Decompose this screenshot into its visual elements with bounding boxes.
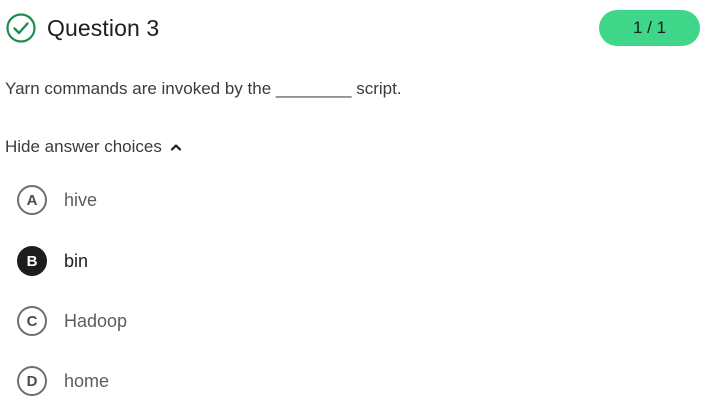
- chevron-up-icon: [170, 144, 181, 151]
- choice-letter-badge: A: [17, 185, 47, 215]
- choice-letter-badge: B: [17, 246, 47, 276]
- question-title: Question 3: [47, 14, 160, 41]
- answer-choice-c[interactable]: C Hadoop: [17, 304, 127, 338]
- toggle-label: Hide answer choices: [5, 137, 162, 156]
- quiz-question-panel: Question 3 1 / 1 Yarn commands are invok…: [0, 0, 705, 400]
- check-circle-icon: [6, 13, 36, 43]
- hide-answer-choices-toggle[interactable]: Hide answer choices: [5, 137, 182, 157]
- choice-letter-badge: D: [17, 366, 47, 396]
- answer-choice-d[interactable]: D home: [17, 364, 109, 398]
- choice-label: home: [64, 370, 110, 391]
- question-header: Question 3: [5, 10, 700, 46]
- question-text: Yarn commands are invoked by the _______…: [5, 79, 402, 98]
- choice-label: Hadoop: [64, 310, 128, 331]
- choice-label: hive: [64, 189, 98, 210]
- choice-label: bin: [64, 250, 89, 271]
- answer-choice-b[interactable]: B bin: [17, 244, 88, 278]
- score-badge: 1 / 1: [599, 10, 700, 46]
- choice-letter-badge: C: [17, 306, 47, 336]
- answer-choice-a[interactable]: A hive: [17, 183, 97, 217]
